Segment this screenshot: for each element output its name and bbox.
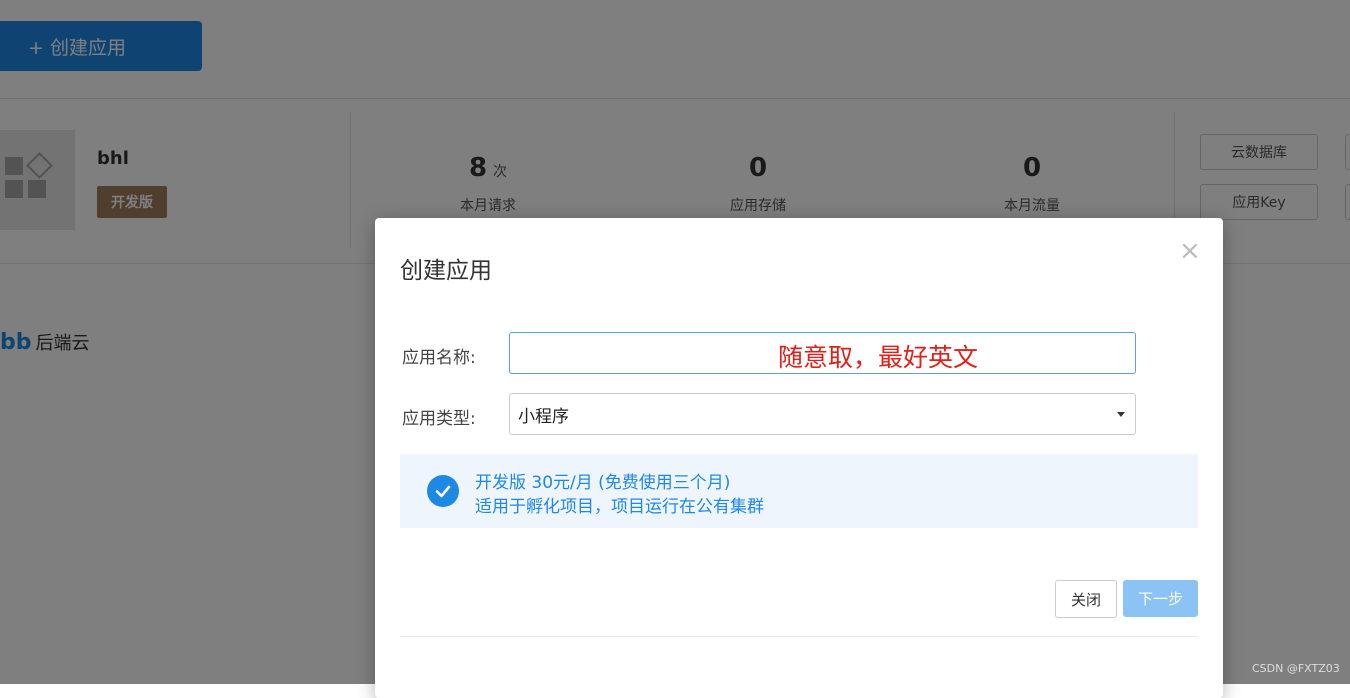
app-name-input[interactable]: [509, 332, 1136, 374]
plan-description: 适用于孵化项目，项目运行在公有集群: [475, 497, 764, 517]
check-icon: [427, 475, 459, 507]
app-name-label: 应用名称:: [402, 348, 476, 368]
dialog-title: 创建应用: [400, 258, 492, 284]
divider: [400, 636, 1198, 637]
chevron-down-icon: [1117, 412, 1125, 417]
plan-option[interactable]: 开发版 30元/月 (免费使用三个月) 适用于孵化项目，项目运行在公有集群: [400, 454, 1198, 528]
close-button[interactable]: 关闭: [1055, 580, 1117, 618]
next-button[interactable]: 下一步: [1123, 580, 1198, 617]
plan-title: 开发版 30元/月 (免费使用三个月): [475, 473, 731, 493]
watermark: CSDN @FXTZ03: [1252, 662, 1340, 675]
close-icon[interactable]: ×: [1179, 238, 1201, 264]
app-type-value: 小程序: [518, 406, 569, 427]
app-type-label: 应用类型:: [402, 409, 476, 429]
app-type-select[interactable]: 小程序: [509, 393, 1136, 435]
create-app-dialog: 创建应用 × 应用名称: 随意取，最好英文 应用类型: 小程序 开发版 30元/…: [375, 218, 1223, 698]
